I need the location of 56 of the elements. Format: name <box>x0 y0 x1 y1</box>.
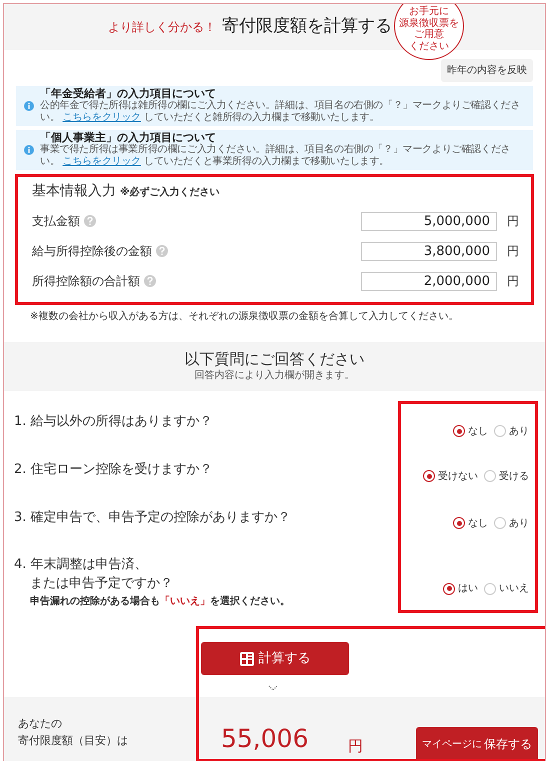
section-subtitle: 回答内容により入力欄が開きます。 <box>194 368 356 384</box>
footnote: ※複数の会社から収入がある方は、それぞれの源泉徴収票の金額を合算して入力してください。 <box>30 310 460 324</box>
bubble-text: 源泉徴収票を <box>399 18 459 28</box>
question-text: 4. 年末調整は申告済、 または申告予定ですか？ <box>14 556 174 594</box>
radio-option[interactable]: なし <box>453 424 488 439</box>
help-icon <box>84 215 96 228</box>
chevron-down-icon <box>268 685 278 692</box>
radio-button[interactable] <box>453 425 465 438</box>
radio-button[interactable] <box>453 517 465 530</box>
unit-label: 円 <box>507 213 519 230</box>
radio-button[interactable] <box>423 470 435 482</box>
header-tagline: より詳しく分かる！ <box>108 19 216 36</box>
radio-option[interactable]: 受けない <box>423 468 478 484</box>
section-title: 以下質問にご回答ください <box>184 350 366 368</box>
field-label: 所得控除額の合計額 <box>32 273 140 290</box>
question-text: 2. 住宅ローン控除を受けますか？ <box>14 461 214 480</box>
notice-link[interactable]: こちらをクリック <box>62 156 141 168</box>
radio-button[interactable] <box>443 582 455 595</box>
question-text: 1. 給与以外の所得はありますか？ <box>14 413 214 432</box>
bubble-text: お手元に <box>409 6 449 18</box>
radio-option[interactable]: はい <box>443 581 478 596</box>
question-text: 3. 確定申告で、申告予定の控除がありますか？ <box>14 509 292 528</box>
notice-text: 公的年金で得た所得は雑所得の欄にご入力ください。詳細は、項目名の右側の「？」マークよりご確認ください。 こちらをクリック していただくと雑所得の入力欄まで移動いたします。 <box>40 100 522 124</box>
unit-label: 円 <box>507 243 519 260</box>
calculator-icon <box>240 652 254 666</box>
radio-option[interactable]: いいえ <box>484 581 529 596</box>
amount-field[interactable]: 5,000,000 <box>361 212 497 231</box>
notice-title: 「年金受給者」の入力項目について <box>40 87 216 100</box>
notice-text: 事業で得た所得は事業所得の欄にご入力ください。詳細は、項目名の右側の「？」マークよりご確認ください。 こちらをクリック していただくと事業所得の入力欄まで移動いたします。 <box>40 144 512 168</box>
amount-field[interactable]: 2,000,000 <box>361 272 497 291</box>
result-amount: 55,006 <box>221 726 308 751</box>
copy-last-year-button[interactable]: 昨年の内容を反映 <box>441 59 533 82</box>
amount-field[interactable]: 3,800,000 <box>361 242 497 261</box>
required-note: ※必ずご入力ください <box>120 186 220 200</box>
section-title: 基本情報入力 <box>32 182 116 202</box>
question-note: 申告漏れの控除がある場合も「いいえ」を選択ください。 <box>30 594 291 610</box>
radio-option[interactable]: なし <box>453 516 488 531</box>
result-label: あなたの 寄付限度額（目安）は <box>18 716 128 748</box>
bubble-text: ください <box>409 40 449 52</box>
page-title: 寄付限度額を計算する <box>222 15 392 38</box>
calculate-button[interactable]: 計算する <box>201 642 349 676</box>
notice-title: 「個人事業主」の入力項目について <box>40 131 217 144</box>
radio-option[interactable]: あり <box>494 424 529 439</box>
field-label: 支払金額 <box>32 213 80 230</box>
unit-label: 円 <box>507 273 519 290</box>
notice-link[interactable]: こちらをクリック <box>62 112 141 124</box>
bubble-text: ご用意 <box>414 29 444 40</box>
help-icon <box>144 275 156 288</box>
info-icon <box>24 100 34 111</box>
save-button[interactable]: マイページに 保存する <box>416 727 538 761</box>
radio-option[interactable]: 受ける <box>484 468 529 484</box>
radio-option[interactable]: あり <box>494 516 529 531</box>
info-icon <box>24 144 34 155</box>
field-label: 給与所得控除後の金額 <box>32 243 152 260</box>
currency-unit: 円 <box>348 736 363 757</box>
help-icon <box>156 245 168 258</box>
